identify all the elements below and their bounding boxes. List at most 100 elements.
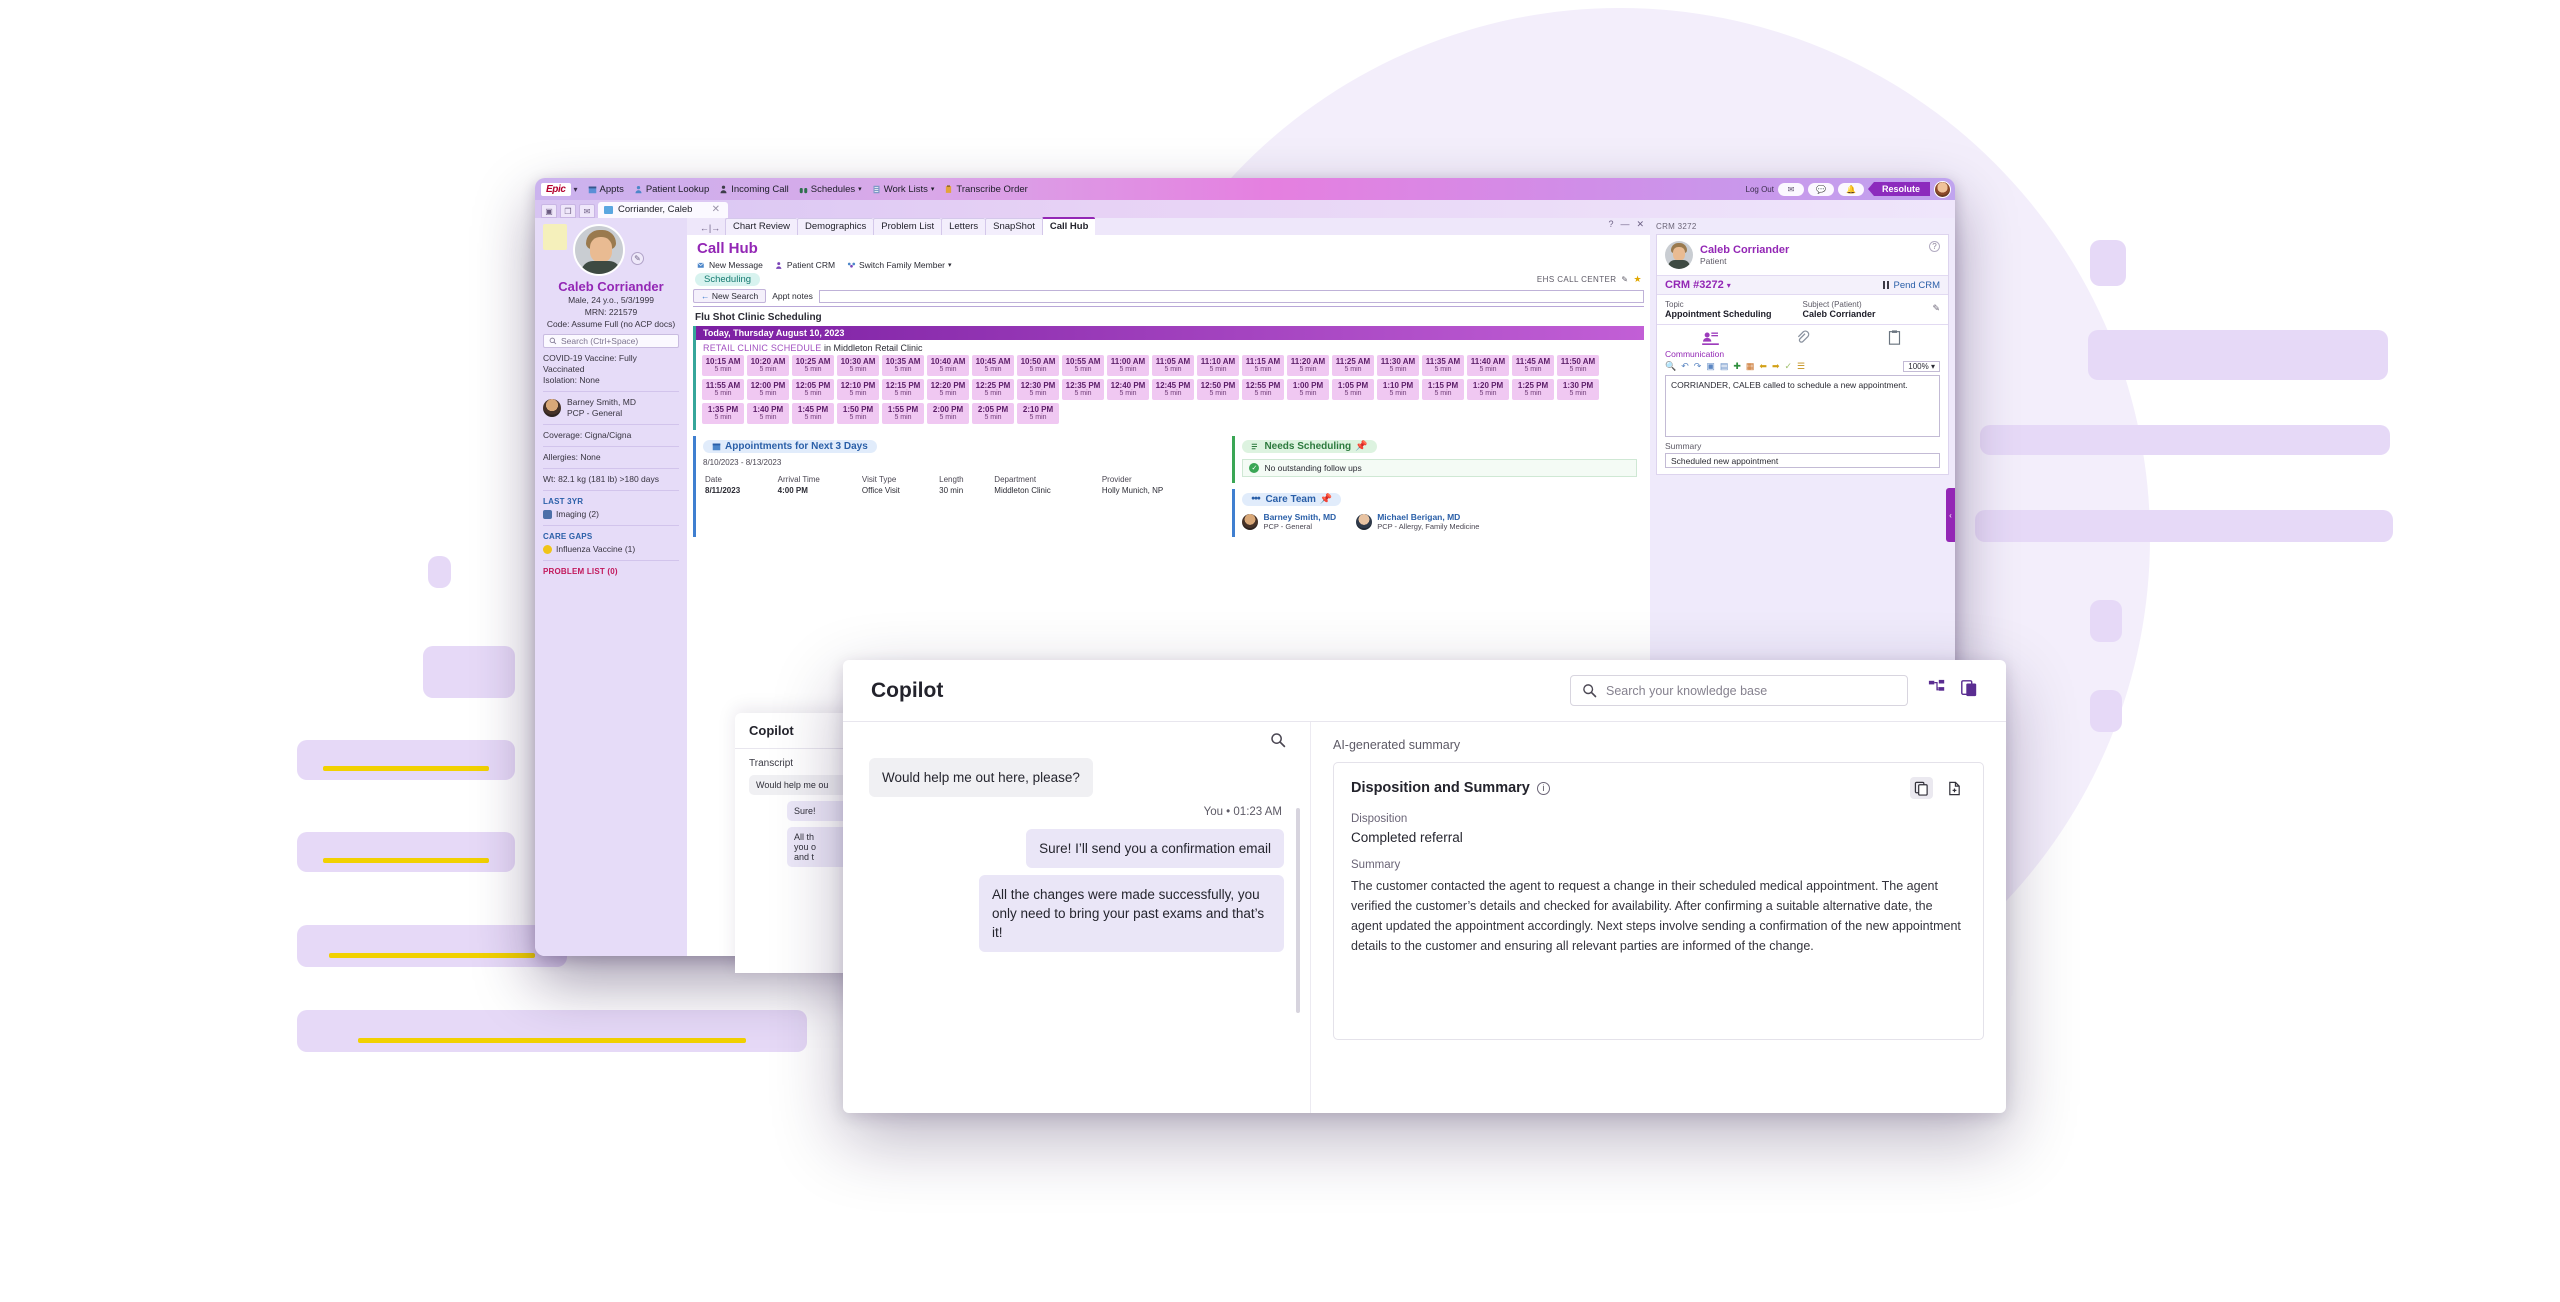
window-icon[interactable]: ▣ xyxy=(541,204,557,218)
favorite-star-icon[interactable]: ★ xyxy=(1634,274,1642,285)
check-icon[interactable]: ✓ xyxy=(1785,361,1793,372)
appointment-slot[interactable]: 10:45 AM 5 min xyxy=(972,355,1014,376)
appointment-slot[interactable]: 12:10 PM 5 min xyxy=(837,379,879,400)
appointment-slot[interactable]: 12:45 PM 5 min xyxy=(1152,379,1194,400)
chat-scrollbar[interactable] xyxy=(1296,808,1300,1013)
appointment-slot[interactable]: 2:05 PM 5 min xyxy=(972,403,1014,424)
smartphrase-icon[interactable]: ▣ xyxy=(1706,361,1715,372)
appointment-slot[interactable]: 12:50 PM 5 min xyxy=(1197,379,1239,400)
pin-icon[interactable]: 📌 xyxy=(1320,494,1332,505)
appointment-slot[interactable]: 1:15 PM 5 min xyxy=(1422,379,1464,400)
appointment-slot[interactable]: 1:45 PM 5 min xyxy=(792,403,834,424)
appointment-slot[interactable]: 11:20 AM 5 min xyxy=(1287,355,1329,376)
toolbar-item-work-lists[interactable]: Work Lists ▾ xyxy=(872,184,934,195)
appointment-slot[interactable]: 10:50 AM 5 min xyxy=(1017,355,1059,376)
appointment-slot[interactable]: 12:55 PM 5 min xyxy=(1242,379,1284,400)
appointment-slot[interactable]: 2:00 PM 5 min xyxy=(927,403,969,424)
edit-photo-icon[interactable]: ✎ xyxy=(631,252,644,265)
help-icon[interactable]: ? xyxy=(1608,219,1613,230)
chevron-down-icon[interactable]: ▾ xyxy=(1727,281,1731,290)
appointment-slot[interactable]: 10:15 AM 5 min xyxy=(702,355,744,376)
panel-collapse-handle[interactable]: ‹ xyxy=(1946,488,1955,542)
appointment-slot[interactable]: 11:45 AM 5 min xyxy=(1512,355,1554,376)
appointment-slot[interactable]: 1:40 PM 5 min xyxy=(747,403,789,424)
appointment-slot[interactable]: 10:40 AM 5 min xyxy=(927,355,969,376)
clipboard-icon[interactable] xyxy=(1886,330,1903,345)
appointment-slot[interactable]: 10:25 AM 5 min xyxy=(792,355,834,376)
log-out-button[interactable]: Log Out xyxy=(1746,185,1774,194)
toolbar-item-schedules[interactable]: Schedules ▾ xyxy=(799,184,862,195)
tab-chart-review[interactable]: Chart Review xyxy=(725,218,798,235)
appointment-slot[interactable]: 1:25 PM 5 min xyxy=(1512,379,1554,400)
copy-icon[interactable]: ❐ xyxy=(560,204,576,218)
org-chart-icon[interactable] xyxy=(1928,679,1946,702)
appointment-slot[interactable]: 1:50 PM 5 min xyxy=(837,403,879,424)
problem-list-section[interactable]: PROBLEM LIST (0) xyxy=(543,561,679,582)
chat-search-icon[interactable] xyxy=(1270,732,1286,753)
appointment-slot[interactable]: 12:00 PM 5 min xyxy=(747,379,789,400)
edit-icon[interactable]: ✎ xyxy=(1932,303,1940,314)
appointment-slot[interactable]: 1:05 PM 5 min xyxy=(1332,379,1374,400)
sidebar-search-input[interactable]: Search (Ctrl+Space) xyxy=(543,334,679,348)
care-gap-row[interactable]: Influenza Vaccine (1) xyxy=(543,544,679,555)
appointment-slot[interactable]: 12:05 PM 5 min xyxy=(792,379,834,400)
communication-textarea[interactable]: CORRIANDER, CALEB called to schedule a n… xyxy=(1665,375,1940,437)
knowledge-base-search[interactable]: Search your knowledge base xyxy=(1570,675,1908,706)
forward-arrow-icon[interactable]: ➡ xyxy=(1772,361,1780,372)
crm-patient-name[interactable]: Caleb Corriander xyxy=(1700,244,1789,256)
avatar[interactable] xyxy=(1934,180,1951,198)
switch-family-member-button[interactable]: Switch Family Member ▾ xyxy=(847,260,952,270)
edit-icon[interactable]: ✎ xyxy=(1621,275,1628,284)
redo-icon[interactable]: ↷ xyxy=(1694,361,1702,372)
appointment-slot[interactable]: 12:40 PM 5 min xyxy=(1107,379,1149,400)
logo-caret-icon[interactable]: ▾ xyxy=(574,185,578,194)
zoom-level-select[interactable]: 100% ▾ xyxy=(1903,361,1940,372)
lines-icon[interactable]: ☰ xyxy=(1797,361,1805,372)
appointment-slot[interactable]: 11:25 AM 5 min xyxy=(1332,355,1374,376)
appointment-slot[interactable]: 11:55 AM 5 min xyxy=(702,379,744,400)
care-team-member[interactable]: Barney Smith, MD PCP - General xyxy=(1242,512,1336,531)
appointment-slot[interactable]: 1:35 PM 5 min xyxy=(702,403,744,424)
appointment-slot[interactable]: 11:50 AM 5 min xyxy=(1557,355,1599,376)
appointment-slot[interactable]: 10:20 AM 5 min xyxy=(747,355,789,376)
inbox-icon[interactable]: ✉ xyxy=(1777,182,1804,196)
appointment-slot[interactable]: 12:20 PM 5 min xyxy=(927,379,969,400)
crm-record-number[interactable]: CRM #3272 xyxy=(1665,279,1724,291)
imaging-row[interactable]: Imaging (2) xyxy=(543,509,679,520)
patient-crm-button[interactable]: Patient CRM xyxy=(775,260,835,270)
appointment-slot[interactable]: 11:40 AM 5 min xyxy=(1467,355,1509,376)
smartlink-icon[interactable]: ▤ xyxy=(1720,361,1729,372)
tab-problem-list[interactable]: Problem List xyxy=(873,218,942,235)
toolbar-item-transcribe-order[interactable]: Transcribe Order xyxy=(944,184,1028,195)
pin-icon[interactable]: 📌 xyxy=(1355,441,1367,452)
appointment-slot[interactable]: 10:35 AM 5 min xyxy=(882,355,924,376)
sticky-note-icon[interactable] xyxy=(543,224,567,250)
add-to-note-icon[interactable] xyxy=(1943,777,1966,799)
appt-notes-input[interactable] xyxy=(818,289,1644,303)
tab-call-hub[interactable]: Call Hub xyxy=(1041,217,1096,235)
appointment-slot[interactable]: 11:30 AM 5 min xyxy=(1377,355,1419,376)
pend-crm-button[interactable]: Pend CRM xyxy=(1882,280,1940,291)
template-icon[interactable]: ▦ xyxy=(1746,361,1755,372)
undo-icon[interactable]: ↶ xyxy=(1681,361,1689,372)
minimize-icon[interactable]: — xyxy=(1620,219,1629,230)
appointment-slot[interactable]: 11:15 AM 5 min xyxy=(1242,355,1284,376)
appointment-slot[interactable]: 2:10 PM 5 min xyxy=(1017,403,1059,424)
appointment-slot[interactable]: 1:00 PM 5 min xyxy=(1287,379,1329,400)
appointment-slot[interactable]: 10:30 AM 5 min xyxy=(837,355,879,376)
new-search-button[interactable]: ← New Search xyxy=(693,289,767,303)
appointment-slot[interactable]: 11:05 AM 5 min xyxy=(1152,355,1194,376)
close-icon[interactable]: ✕ xyxy=(1636,219,1644,230)
toolbar-item-appts[interactable]: Appts xyxy=(588,184,624,195)
appointment-slot[interactable]: 12:30 PM 5 min xyxy=(1017,379,1059,400)
appointment-slot[interactable]: 11:00 AM 5 min xyxy=(1107,355,1149,376)
appointment-slot[interactable]: 1:55 PM 5 min xyxy=(882,403,924,424)
chart-nav-arrows-icon[interactable]: ←|→ xyxy=(695,221,725,235)
toolbar-item-incoming-call[interactable]: Incoming Call xyxy=(719,184,789,195)
patient-tab[interactable]: Corriander, Caleb ✕ xyxy=(598,202,728,218)
appointment-slot[interactable]: 12:35 PM 5 min xyxy=(1062,379,1104,400)
copy-stack-icon[interactable] xyxy=(1960,679,1978,702)
appointment-slot[interactable]: 1:10 PM 5 min xyxy=(1377,379,1419,400)
appointment-slot[interactable]: 1:20 PM 5 min xyxy=(1467,379,1509,400)
back-arrow-icon[interactable]: ⬅ xyxy=(1759,361,1767,372)
